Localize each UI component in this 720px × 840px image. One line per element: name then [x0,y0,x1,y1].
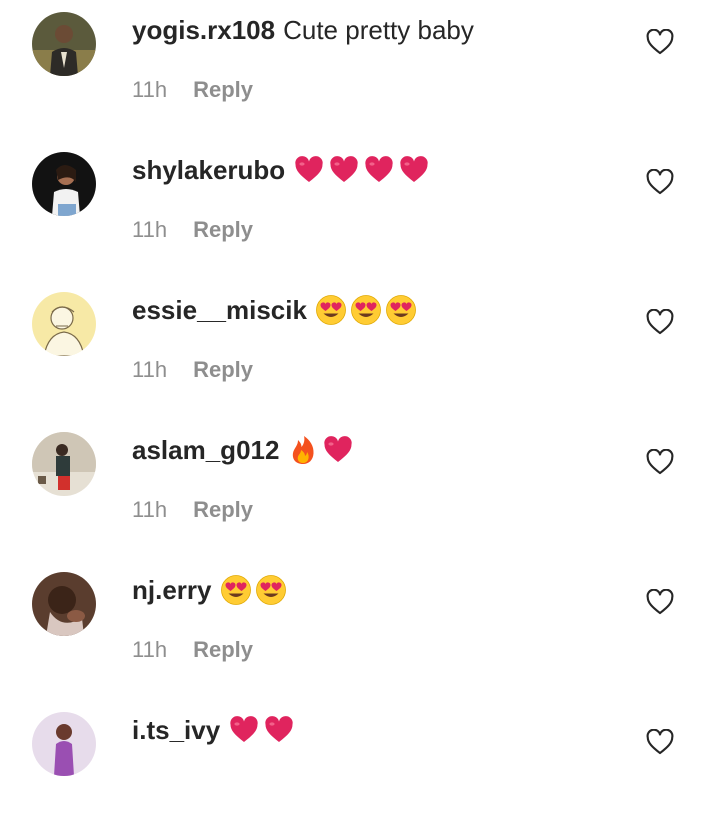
timestamp: 11h [132,357,168,382]
comment-emojis [287,434,354,466]
comment-item: yogis.rx108 Cute pretty baby 11h Reply [0,0,720,140]
reply-button[interactable]: Reply [193,496,253,524]
comment-item: essie__miscik 11h Reply [0,280,720,420]
comment-line: nj.erry [132,573,287,607]
comment-line: yogis.rx108 Cute pretty baby [132,13,482,47]
heart-emoji-icon [328,154,360,186]
heart-emoji-icon [363,154,395,186]
heart-emoji-icon [322,434,354,466]
heart-outline-icon [646,449,674,475]
reply-button[interactable]: Reply [193,356,253,384]
heart-outline-icon [646,169,674,195]
timestamp: 11h [132,77,168,102]
heart-outline-icon [646,589,674,615]
avatar[interactable] [32,292,96,356]
heart-emoji-icon [228,714,260,746]
comment-line: aslam_g012 [132,433,354,467]
like-button[interactable] [646,729,674,755]
comment-line: essie__miscik [132,293,417,327]
username[interactable]: yogis.rx108 [132,13,275,47]
username[interactable]: shylakerubo [132,153,285,187]
username[interactable]: nj.erry [132,573,212,607]
comment-text: Cute pretty baby [283,15,474,45]
heart-eyes-emoji-icon [350,294,382,326]
avatar[interactable] [32,432,96,496]
username[interactable]: i.ts_ivy [132,713,220,747]
heart-outline-icon [646,29,674,55]
avatar[interactable] [32,572,96,636]
like-button[interactable] [646,589,674,615]
heart-outline-icon [646,729,674,755]
reply-button[interactable]: Reply [193,636,253,664]
like-button[interactable] [646,309,674,335]
comment-emojis [315,294,417,326]
comment-item: aslam_g012 11h Reply [0,420,720,560]
comment-emojis [228,714,295,746]
comment-item: i.ts_ivy [0,700,720,840]
heart-emoji-icon [398,154,430,186]
avatar[interactable] [32,152,96,216]
reply-button[interactable]: Reply [193,216,253,244]
avatar[interactable] [32,712,96,776]
timestamp: 11h [132,217,168,242]
comment-meta: 11h Reply [132,636,253,664]
like-button[interactable] [646,169,674,195]
comment-item: nj.erry 11h Reply [0,560,720,700]
heart-eyes-emoji-icon [255,574,287,606]
heart-emoji-icon [293,154,325,186]
comment-meta: 11h Reply [132,356,253,384]
username[interactable]: aslam_g012 [132,433,279,467]
comment-line: shylakerubo [132,153,430,187]
comment-meta: 11h Reply [132,76,253,104]
username[interactable]: essie__miscik [132,293,307,327]
timestamp: 11h [132,637,168,662]
heart-emoji-icon [263,714,295,746]
comment-line: i.ts_ivy [132,713,295,747]
like-button[interactable] [646,29,674,55]
comment-emojis [220,574,287,606]
avatar[interactable] [32,12,96,76]
heart-eyes-emoji-icon [385,294,417,326]
heart-outline-icon [646,309,674,335]
comment-item: shylakerubo 11h Reply [0,140,720,280]
heart-eyes-emoji-icon [220,574,252,606]
fire-emoji-icon [287,434,319,466]
reply-button[interactable]: Reply [193,76,253,104]
heart-eyes-emoji-icon [315,294,347,326]
comment-emojis [293,154,430,186]
like-button[interactable] [646,449,674,475]
comment-meta: 11h Reply [132,216,253,244]
comment-meta: 11h Reply [132,496,253,524]
timestamp: 11h [132,497,168,522]
